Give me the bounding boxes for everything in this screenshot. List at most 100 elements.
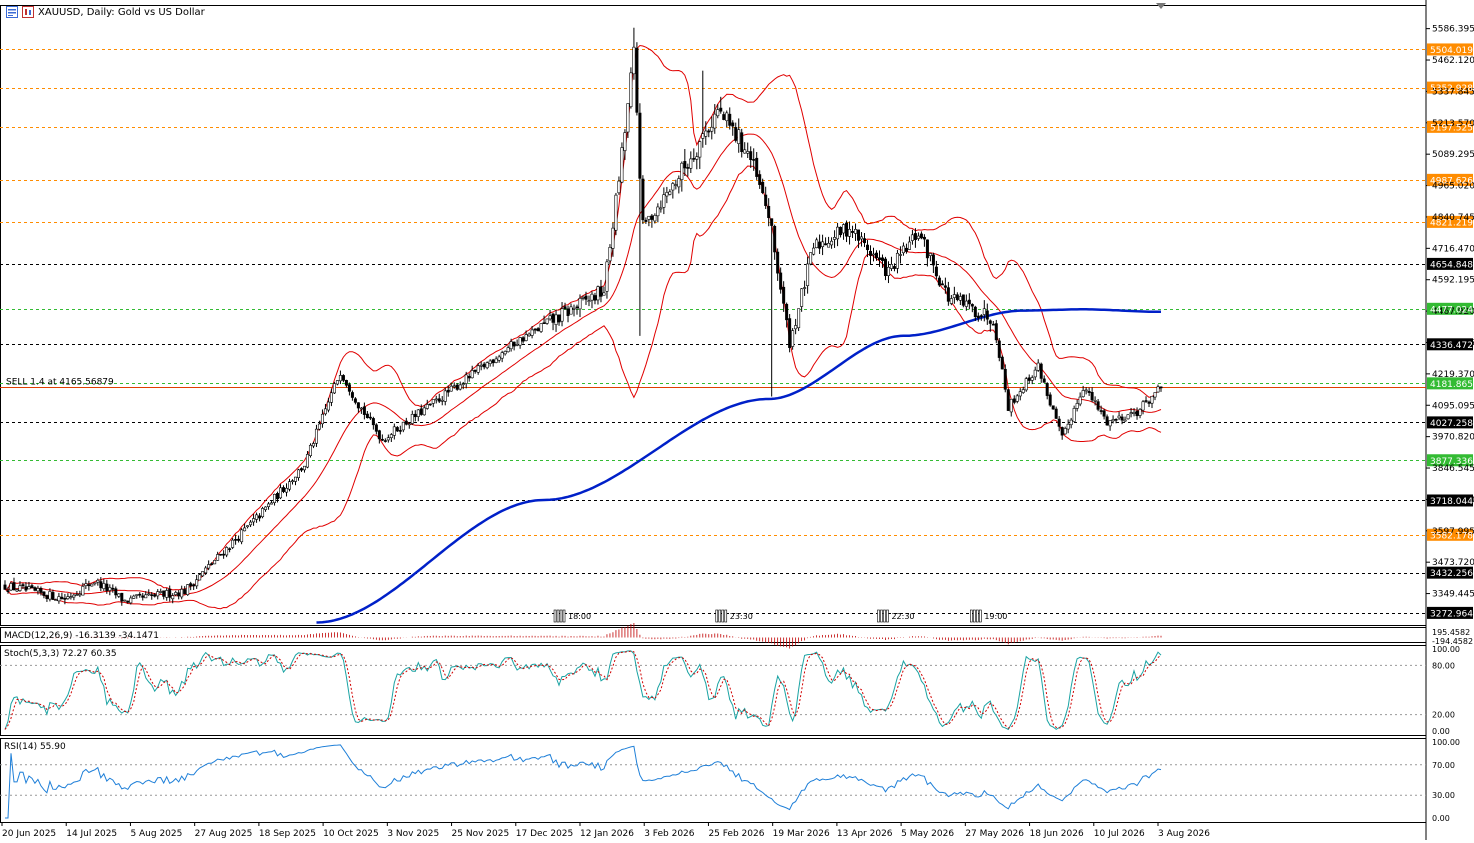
candle-bull bbox=[539, 323, 543, 332]
candle-bear bbox=[919, 233, 923, 239]
candle-bear bbox=[839, 226, 843, 236]
event-flag bbox=[718, 609, 722, 623]
candle-bear bbox=[988, 320, 992, 324]
candle-bear bbox=[584, 295, 588, 300]
chart-svg: SELL 1.4 at 4165.56879 18:00 23:30 22:30 19:… bbox=[0, 0, 1474, 840]
candle-bull bbox=[434, 398, 438, 401]
candle-bull bbox=[743, 149, 747, 154]
candle-bear bbox=[728, 113, 732, 126]
candle-bull bbox=[18, 585, 22, 591]
rsi-tick-label: 30.00 bbox=[1432, 791, 1455, 800]
time-label: 10 Oct 2025 bbox=[323, 829, 379, 839]
candle-bull bbox=[1126, 414, 1130, 420]
trading-chart[interactable]: SELL 1.4 at 4165.56879 18:00 23:30 22:30 19:… bbox=[0, 0, 1474, 840]
candle-bear bbox=[593, 295, 597, 301]
candle-bear bbox=[1027, 377, 1031, 381]
candle-bear bbox=[413, 413, 417, 418]
candle-bear bbox=[776, 251, 780, 274]
event-flag bbox=[556, 609, 560, 623]
candle-bear bbox=[24, 586, 28, 591]
candle-bull bbox=[165, 590, 169, 598]
candle-bear bbox=[863, 238, 867, 244]
candle-bear bbox=[21, 584, 25, 587]
time-label: 18 Jun 2026 bbox=[1030, 829, 1084, 839]
candle-bear bbox=[362, 406, 366, 415]
time-label: 17 Dec 2025 bbox=[516, 829, 574, 839]
candle-bull bbox=[15, 589, 19, 592]
candle-bear bbox=[650, 215, 654, 220]
candle-bear bbox=[563, 306, 567, 309]
price-tick-label: 5089.295 bbox=[1432, 150, 1474, 160]
candle-bear bbox=[138, 593, 142, 596]
candle-bear bbox=[1114, 418, 1118, 421]
candle-bear bbox=[350, 392, 354, 398]
time-label: 25 Nov 2025 bbox=[452, 829, 510, 839]
candle-bear bbox=[764, 194, 768, 206]
candle-bull bbox=[317, 423, 321, 430]
candle-bull bbox=[596, 286, 600, 301]
candle-bull bbox=[833, 237, 837, 240]
candle-bull bbox=[159, 591, 163, 593]
level-label: 4821.219 bbox=[1430, 218, 1473, 228]
candle-bear bbox=[874, 252, 878, 259]
candle-bear bbox=[356, 402, 360, 409]
candle-bear bbox=[192, 584, 196, 587]
candle-bull bbox=[288, 481, 292, 490]
candle-bull bbox=[117, 593, 121, 597]
candle-bear bbox=[380, 438, 384, 441]
candle-bull bbox=[302, 465, 306, 471]
candle-bear bbox=[755, 157, 759, 177]
candle-bull bbox=[1132, 412, 1136, 414]
candle-bull bbox=[713, 113, 717, 129]
candle-bear bbox=[1105, 416, 1109, 426]
candle-bull bbox=[527, 333, 531, 337]
candle-bull bbox=[1081, 390, 1085, 397]
candle-bear bbox=[3, 584, 7, 590]
candle-bull bbox=[186, 584, 190, 595]
candle-bull bbox=[895, 252, 899, 269]
candle-bear bbox=[731, 122, 735, 127]
candle-bull bbox=[180, 588, 184, 598]
candle-bull bbox=[66, 596, 70, 600]
candle-bear bbox=[1006, 389, 1010, 411]
main-panel bbox=[0, 5, 1427, 626]
candle-bull bbox=[54, 599, 58, 602]
candle-bear bbox=[105, 583, 109, 591]
candle-bull bbox=[9, 583, 13, 591]
candle-bear bbox=[940, 283, 944, 286]
candle-bear bbox=[383, 440, 387, 442]
time-label: 3 Nov 2025 bbox=[387, 829, 439, 839]
candle-bull bbox=[36, 588, 40, 592]
candle-bear bbox=[866, 244, 870, 251]
candle-bear bbox=[1135, 410, 1139, 417]
candle-bull bbox=[1030, 377, 1034, 381]
candle-bear bbox=[922, 236, 926, 240]
candle-bull bbox=[1015, 395, 1019, 402]
candle-bull bbox=[698, 141, 702, 158]
candle-bear bbox=[883, 258, 887, 277]
chart-window-icon[interactable] bbox=[6, 6, 18, 18]
candle-bull bbox=[827, 242, 831, 248]
candle-bear bbox=[779, 272, 783, 290]
candle-bull bbox=[632, 46, 636, 75]
price-tick-label: 5586.395 bbox=[1432, 25, 1474, 35]
candle-bull bbox=[311, 443, 315, 447]
time-label: 10 Jul 2026 bbox=[1094, 829, 1145, 839]
price-tick-label: 3349.445 bbox=[1432, 590, 1474, 600]
candle-bull bbox=[815, 239, 819, 249]
candle-bull bbox=[93, 582, 97, 585]
candle-bull bbox=[860, 236, 864, 240]
candle-bull bbox=[545, 318, 549, 324]
candle bbox=[123, 599, 127, 602]
event-flag bbox=[877, 609, 880, 623]
chart-type-icon[interactable] bbox=[22, 6, 34, 18]
candle-bull bbox=[225, 547, 229, 556]
candle-bull bbox=[1069, 419, 1073, 426]
candle-bull bbox=[647, 215, 651, 220]
candle-bull bbox=[392, 426, 396, 436]
candle-bull bbox=[449, 385, 453, 392]
candle-bear bbox=[210, 563, 214, 565]
candle-bear bbox=[1057, 418, 1061, 427]
event-marker-label: 19:00 bbox=[984, 612, 1007, 621]
candle-bull bbox=[198, 574, 202, 581]
